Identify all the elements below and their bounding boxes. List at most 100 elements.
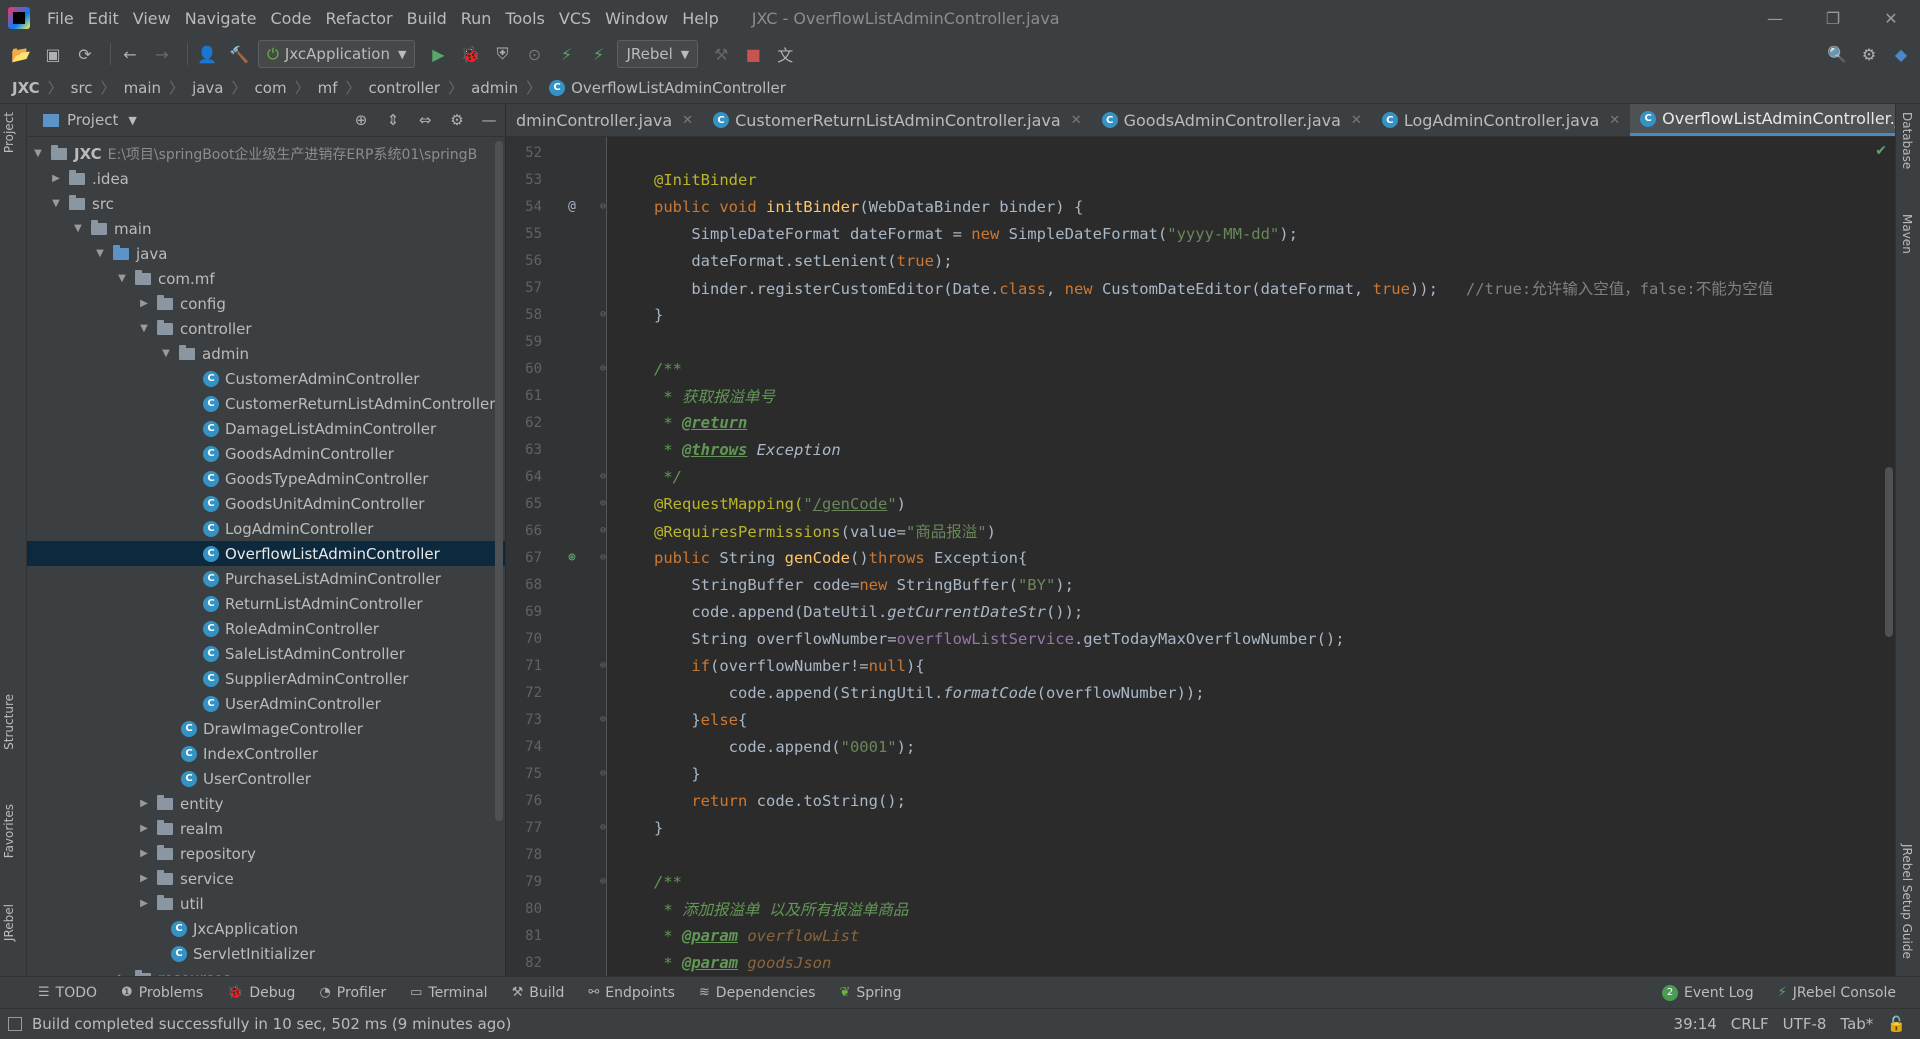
run-config-select[interactable]: ⏻ JxcApplication ▼ <box>258 40 416 68</box>
menu-window[interactable]: Window <box>598 9 675 28</box>
tree-item-repository[interactable]: ▶ repository <box>27 841 505 866</box>
attach-icon[interactable]: ⚒ <box>708 41 734 67</box>
menu-edit[interactable]: Edit <box>81 9 126 28</box>
indent-setting[interactable]: Tab* <box>1840 1015 1873 1033</box>
problems-tool-button[interactable]: ❶ Problems <box>121 985 203 1001</box>
tree-item-class[interactable]: C SupplierAdminController <box>27 666 505 691</box>
spring-tool-button[interactable]: ❦ Spring <box>839 985 901 1001</box>
menu-build[interactable]: Build <box>400 9 454 28</box>
translate-icon[interactable]: 文 <box>772 41 798 67</box>
chevron-right-icon[interactable]: ▶ <box>137 298 151 309</box>
project-tool-button[interactable]: Project <box>2 112 16 153</box>
menu-file[interactable]: File <box>40 9 81 28</box>
fold-icon[interactable]: ⊖ <box>600 768 606 779</box>
fold-icon[interactable]: ⊖ <box>600 363 606 374</box>
tree-item-class[interactable]: C JxcApplication <box>27 916 505 941</box>
menu-tools[interactable]: Tools <box>498 9 551 28</box>
chevron-down-icon[interactable]: ▼ <box>115 273 129 284</box>
chevron-down-icon[interactable]: ▼ <box>128 114 136 127</box>
maven-tool-button[interactable]: Maven <box>1900 214 1914 254</box>
tab-file[interactable]: C LogAdminController.java ✕ <box>1372 104 1630 136</box>
fold-icon[interactable]: ⊖ <box>600 552 606 563</box>
editor-scrollbar[interactable] <box>1885 467 1893 637</box>
close-icon[interactable]: ✕ <box>1609 113 1620 128</box>
sync-icon[interactable]: ⟳ <box>72 41 98 67</box>
close-icon[interactable]: ✕ <box>1351 113 1362 128</box>
tree-item-class[interactable]: C CustomerAdminController <box>27 366 505 391</box>
fold-icon[interactable]: ⊖ <box>600 498 606 509</box>
jrebel-run-icon[interactable]: ⚡ <box>553 41 579 67</box>
search-icon[interactable]: 🔍 <box>1824 41 1850 67</box>
breadcrumb-main[interactable]: main <box>124 79 161 97</box>
profiler-tool-button[interactable]: ◔ Profiler <box>319 985 386 1001</box>
tree-item-realm[interactable]: ▶ realm <box>27 816 505 841</box>
menu-help[interactable]: Help <box>675 9 725 28</box>
lock-icon[interactable]: 🔓 <box>1887 1015 1906 1033</box>
chevron-down-icon[interactable]: ▼ <box>93 248 107 259</box>
tree-item-class[interactable]: C PurchaseListAdminController <box>27 566 505 591</box>
tree-item-class[interactable]: C LogAdminController <box>27 516 505 541</box>
favorites-tool-button[interactable]: Favorites <box>2 804 16 858</box>
tree-item-class[interactable]: C DamageListAdminController <box>27 416 505 441</box>
gear-icon[interactable]: ⚙ <box>441 111 473 129</box>
fold-icon[interactable]: ⊖ <box>600 714 606 725</box>
tree-item-idea[interactable]: ▶ .idea <box>27 166 505 191</box>
chevron-down-icon[interactable]: ▼ <box>31 148 45 159</box>
tree-scrollbar[interactable] <box>495 141 503 821</box>
tree-item-main[interactable]: ▼ main <box>27 216 505 241</box>
tree-item-entity[interactable]: ▶ entity <box>27 791 505 816</box>
tree-item-admin[interactable]: ▼ admin <box>27 341 505 366</box>
structure-tool-button[interactable]: Structure <box>2 694 16 750</box>
tree-item-class[interactable]: C RoleAdminController <box>27 616 505 641</box>
breadcrumb-java[interactable]: java <box>192 79 223 97</box>
jrebel-debug-icon[interactable]: ⚡ <box>585 41 611 67</box>
tree-item-class[interactable]: C GoodsTypeAdminController <box>27 466 505 491</box>
tab-file[interactable]: C CustomerReturnListAdminController.java ✕ <box>703 104 1092 136</box>
code-link[interactable]: /genCode <box>813 495 888 513</box>
chevron-down-icon[interactable]: ▼ <box>49 198 63 209</box>
profile-icon[interactable]: ⊙ <box>521 41 547 67</box>
build-tool-button[interactable]: ⚒ Build <box>512 985 565 1001</box>
tree-item-root[interactable]: ▼ JXC E:\项目\springBoot企业级生产进销存ERP系统01\sp… <box>27 141 505 166</box>
fold-icon[interactable]: ⊖ <box>600 822 606 833</box>
breadcrumb-jxc[interactable]: JXC <box>12 79 40 97</box>
tree-item-class[interactable]: C ServletInitializer <box>27 941 505 966</box>
fold-icon[interactable]: ⊖ <box>600 525 606 536</box>
request-mapping-gutter-icon[interactable]: ⊛ <box>568 550 576 565</box>
status-toggle-icon[interactable] <box>8 1017 22 1031</box>
menu-code[interactable]: Code <box>264 9 319 28</box>
chevron-down-icon[interactable]: ▼ <box>71 223 85 234</box>
fold-icon[interactable]: ⊖ <box>600 660 606 671</box>
tree-item-class[interactable]: C GoodsAdminController <box>27 441 505 466</box>
code-area[interactable]: ✔ 52 53 @InitBinder 54 @ ⊖ public void initB… <box>506 137 1895 977</box>
tree-item-class[interactable]: C IndexController <box>27 741 505 766</box>
tree-item-service[interactable]: ▶ service <box>27 866 505 891</box>
close-icon[interactable]: ✕ <box>1071 113 1082 128</box>
dependencies-tool-button[interactable]: ≋ Dependencies <box>699 985 816 1001</box>
gear-icon[interactable]: ⚙ <box>1856 41 1882 67</box>
fold-icon[interactable]: ⊖ <box>600 876 606 887</box>
jetbrains-icon[interactable]: ◆ <box>1888 41 1914 67</box>
run-icon[interactable]: ▶ <box>425 41 451 67</box>
expand-all-icon[interactable]: ⇕ <box>377 111 409 129</box>
breadcrumb-src[interactable]: src <box>71 79 93 97</box>
open-folder-icon[interactable]: 📂 <box>8 41 34 67</box>
minimize-icon[interactable]: — <box>1746 9 1804 28</box>
hide-icon[interactable]: — <box>473 111 505 129</box>
todo-tool-button[interactable]: ☰ TODO <box>38 985 97 1001</box>
tree-item-class[interactable]: C SaleListAdminController <box>27 641 505 666</box>
jrebel-select[interactable]: JRebel ▼ <box>617 40 699 68</box>
tree-item-controller[interactable]: ▼ controller <box>27 316 505 341</box>
chevron-down-icon[interactable]: ▼ <box>137 323 151 334</box>
fold-icon[interactable]: ⊖ <box>600 309 606 320</box>
chevron-right-icon[interactable]: ▶ <box>137 798 151 809</box>
tree-item-class[interactable]: C CustomerReturnListAdminController <box>27 391 505 416</box>
debug-tool-button[interactable]: 🐞 Debug <box>227 985 295 1001</box>
tree-item-class[interactable]: C UserAdminController <box>27 691 505 716</box>
tree-item-class-selected[interactable]: C OverflowListAdminController <box>27 541 505 566</box>
fold-icon[interactable]: ⊖ <box>600 471 606 482</box>
chevron-right-icon[interactable]: ▶ <box>137 823 151 834</box>
menu-view[interactable]: View <box>126 9 178 28</box>
line-separator[interactable]: CRLF <box>1731 1015 1769 1033</box>
breadcrumb-class[interactable]: OverflowListAdminController <box>571 79 786 97</box>
